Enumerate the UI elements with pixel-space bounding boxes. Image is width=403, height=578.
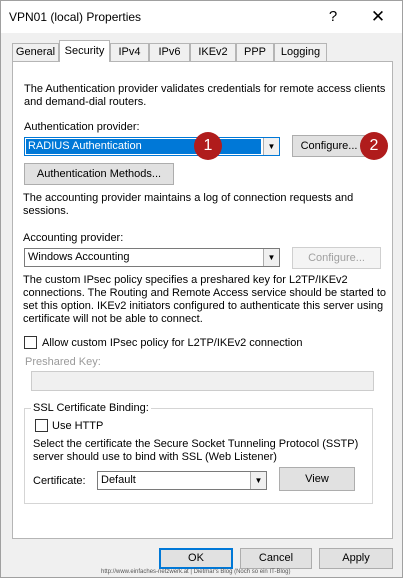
allow-ipsec-checkbox[interactable] xyxy=(24,336,37,349)
chevron-down-icon: ▼ xyxy=(250,472,266,489)
acct-description-line2: sessions. xyxy=(23,205,69,217)
tab-ppp[interactable]: PPP xyxy=(236,43,274,61)
annotation-badge-2: 2 xyxy=(360,132,388,160)
preshared-key-input[interactable] xyxy=(31,371,374,391)
auth-provider-label: Authentication provider: xyxy=(24,121,140,133)
acct-provider-dropdown[interactable]: Windows Accounting ▼ xyxy=(24,248,280,267)
tab-logging[interactable]: Logging xyxy=(274,43,327,61)
auth-description-line1: The Authentication provider validates cr… xyxy=(24,83,386,95)
certificate-label: Certificate: xyxy=(33,475,86,487)
allow-ipsec-label: Allow custom IPsec policy for L2TP/IKEv2… xyxy=(42,337,303,349)
help-button[interactable]: ? xyxy=(321,5,345,29)
tab-ipv4[interactable]: IPv4 xyxy=(110,43,149,61)
ipsec-description-line4: certificate will not be able to connect. xyxy=(23,313,203,325)
auth-provider-dropdown[interactable]: RADIUS Authentication ▼ xyxy=(24,137,280,156)
close-button[interactable]: ✕ xyxy=(365,5,391,29)
apply-button[interactable]: Apply xyxy=(319,548,393,569)
certificate-dropdown[interactable]: Default ▼ xyxy=(97,471,267,490)
acct-provider-label: Accounting provider: xyxy=(23,232,124,244)
certificate-value: Default xyxy=(101,474,136,486)
ok-button[interactable]: OK xyxy=(159,548,233,569)
authentication-methods-button[interactable]: Authentication Methods... xyxy=(24,163,174,185)
chevron-down-icon: ▼ xyxy=(263,138,279,155)
watermark-text: http://www.einfaches-netzwerk.at | Dietm… xyxy=(101,569,291,575)
auth-configure-button[interactable]: Configure... xyxy=(292,135,366,157)
properties-dialog: VPN01 (local) Properties ? ✕ General Sec… xyxy=(0,0,403,578)
tab-general[interactable]: General xyxy=(12,43,59,61)
ssl-description-line1: Select the certificate the Secure Socket… xyxy=(33,438,359,450)
ipsec-description-line2: connections. The Routing and Remote Acce… xyxy=(23,287,387,299)
tab-ikev2[interactable]: IKEv2 xyxy=(190,43,236,61)
tab-security[interactable]: Security xyxy=(59,40,110,62)
tab-ipv6[interactable]: IPv6 xyxy=(149,43,190,61)
use-http-label: Use HTTP xyxy=(52,420,104,432)
acct-configure-button[interactable]: Configure... xyxy=(292,247,381,269)
ipsec-description-line3: set this option. IKEv2 initiators config… xyxy=(23,300,384,312)
ipsec-description-line1: The custom IPsec policy specifies a pres… xyxy=(23,274,348,286)
cancel-button[interactable]: Cancel xyxy=(240,548,312,569)
ssl-description-line2: server should use to bind with SSL (Web … xyxy=(33,451,277,463)
ssl-group-label: SSL Certificate Binding: xyxy=(31,402,151,415)
auth-description-line2: and demand-dial routers. xyxy=(24,96,147,108)
acct-description-line1: The accounting provider maintains a log … xyxy=(23,192,354,204)
annotation-badge-1: 1 xyxy=(194,132,222,160)
auth-provider-value: RADIUS Authentication xyxy=(28,140,142,152)
acct-provider-value: Windows Accounting xyxy=(28,251,130,263)
preshared-key-label: Preshared Key: xyxy=(25,356,101,368)
chevron-down-icon: ▼ xyxy=(263,249,279,266)
view-certificate-button[interactable]: View xyxy=(279,467,355,491)
window-title: VPN01 (local) Properties xyxy=(9,10,142,24)
title-bar: VPN01 (local) Properties ? ✕ xyxy=(1,1,402,33)
use-http-checkbox[interactable] xyxy=(35,419,48,432)
